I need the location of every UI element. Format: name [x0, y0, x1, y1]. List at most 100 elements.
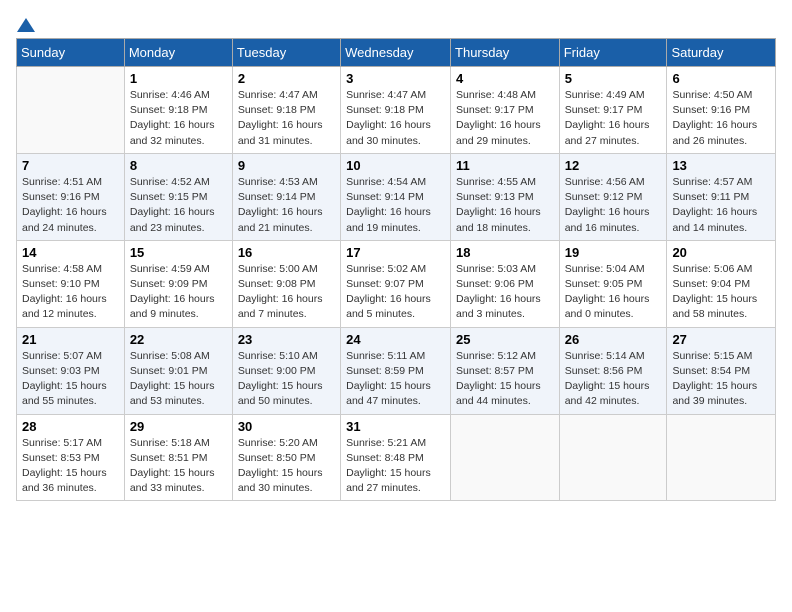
- day-info: Sunrise: 5:02 AMSunset: 9:07 PMDaylight:…: [346, 262, 445, 323]
- day-number: 2: [238, 71, 335, 86]
- logo-icon: [17, 16, 35, 34]
- day-number: 5: [565, 71, 662, 86]
- day-info: Sunrise: 4:47 AMSunset: 9:18 PMDaylight:…: [346, 88, 445, 149]
- calendar-cell: 15Sunrise: 4:59 AMSunset: 9:09 PMDayligh…: [124, 240, 232, 327]
- day-info: Sunrise: 4:56 AMSunset: 9:12 PMDaylight:…: [565, 175, 662, 236]
- calendar-cell: 6 Sunrise: 4:50 AMSunset: 9:16 PMDaylight…: [667, 67, 776, 154]
- header-saturday: Saturday: [667, 39, 776, 67]
- day-number: 1: [130, 71, 227, 86]
- calendar-cell: [451, 414, 560, 501]
- calendar-cell: 26Sunrise: 5:14 AMSunset: 8:56 PMDayligh…: [559, 327, 667, 414]
- week-row: 1 Sunrise: 4:46 AMSunset: 9:18 PMDaylight…: [17, 67, 776, 154]
- day-number: 26: [565, 332, 662, 347]
- calendar-cell: 13Sunrise: 4:57 AMSunset: 9:11 PMDayligh…: [667, 153, 776, 240]
- day-number: 18: [456, 245, 554, 260]
- day-info: Sunrise: 5:08 AMSunset: 9:01 PMDaylight:…: [130, 349, 227, 410]
- day-number: 11: [456, 158, 554, 173]
- day-number: 17: [346, 245, 445, 260]
- day-info: Sunrise: 5:17 AMSunset: 8:53 PMDaylight:…: [22, 436, 119, 497]
- day-number: 24: [346, 332, 445, 347]
- calendar-cell: [559, 414, 667, 501]
- calendar-cell: 22 Sunrise: 5:08 AMSunset: 9:01 PMDayligh…: [124, 327, 232, 414]
- calendar-cell: 11 Sunrise: 4:55 AMSunset: 9:13 PMDayligh…: [451, 153, 560, 240]
- day-number: 19: [565, 245, 662, 260]
- day-number: 12: [565, 158, 662, 173]
- day-info: Sunrise: 5:03 AMSunset: 9:06 PMDaylight:…: [456, 262, 554, 323]
- day-info: Sunrise: 4:53 AMSunset: 9:14 PMDaylight:…: [238, 175, 335, 236]
- day-info: Sunrise: 4:55 AMSunset: 9:13 PMDaylight:…: [456, 175, 554, 236]
- calendar-cell: 17 Sunrise: 5:02 AMSunset: 9:07 PMDayligh…: [341, 240, 451, 327]
- header-friday: Friday: [559, 39, 667, 67]
- calendar-cell: 3 Sunrise: 4:47 AMSunset: 9:18 PMDaylight…: [341, 67, 451, 154]
- day-number: 27: [672, 332, 770, 347]
- week-row: 14Sunrise: 4:58 AMSunset: 9:10 PMDayligh…: [17, 240, 776, 327]
- calendar-cell: 7 Sunrise: 4:51 AMSunset: 9:16 PMDaylight…: [17, 153, 125, 240]
- calendar-cell: 16Sunrise: 5:00 AMSunset: 9:08 PMDayligh…: [232, 240, 340, 327]
- header-thursday: Thursday: [451, 39, 560, 67]
- day-number: 30: [238, 419, 335, 434]
- calendar-cell: 14Sunrise: 4:58 AMSunset: 9:10 PMDayligh…: [17, 240, 125, 327]
- header-tuesday: Tuesday: [232, 39, 340, 67]
- day-number: 31: [346, 419, 445, 434]
- logo: [16, 16, 35, 30]
- day-number: 9: [238, 158, 335, 173]
- day-info: Sunrise: 5:18 AMSunset: 8:51 PMDaylight:…: [130, 436, 227, 497]
- calendar-cell: 25 Sunrise: 5:12 AMSunset: 8:57 PMDayligh…: [451, 327, 560, 414]
- calendar-table: SundayMondayTuesdayWednesdayThursdayFrid…: [16, 38, 776, 501]
- calendar-cell: 10 Sunrise: 4:54 AMSunset: 9:14 PMDayligh…: [341, 153, 451, 240]
- day-info: Sunrise: 4:49 AMSunset: 9:17 PMDaylight:…: [565, 88, 662, 149]
- calendar-cell: 1 Sunrise: 4:46 AMSunset: 9:18 PMDaylight…: [124, 67, 232, 154]
- day-info: Sunrise: 5:07 AMSunset: 9:03 PMDaylight:…: [22, 349, 119, 410]
- day-info: Sunrise: 4:52 AMSunset: 9:15 PMDaylight:…: [130, 175, 227, 236]
- day-info: Sunrise: 4:50 AMSunset: 9:16 PMDaylight:…: [672, 88, 770, 149]
- day-info: Sunrise: 5:11 AMSunset: 8:59 PMDaylight:…: [346, 349, 445, 410]
- day-info: Sunrise: 5:06 AMSunset: 9:04 PMDaylight:…: [672, 262, 770, 323]
- calendar-cell: 30 Sunrise: 5:20 AMSunset: 8:50 PMDayligh…: [232, 414, 340, 501]
- day-info: Sunrise: 5:04 AMSunset: 9:05 PMDaylight:…: [565, 262, 662, 323]
- day-number: 23: [238, 332, 335, 347]
- day-number: 25: [456, 332, 554, 347]
- day-info: Sunrise: 4:54 AMSunset: 9:14 PMDaylight:…: [346, 175, 445, 236]
- calendar-cell: 9 Sunrise: 4:53 AMSunset: 9:14 PMDaylight…: [232, 153, 340, 240]
- day-info: Sunrise: 5:20 AMSunset: 8:50 PMDaylight:…: [238, 436, 335, 497]
- calendar-cell: 18 Sunrise: 5:03 AMSunset: 9:06 PMDayligh…: [451, 240, 560, 327]
- day-number: 20: [672, 245, 770, 260]
- day-number: 21: [22, 332, 119, 347]
- header-monday: Monday: [124, 39, 232, 67]
- day-number: 13: [672, 158, 770, 173]
- day-number: 6: [672, 71, 770, 86]
- day-number: 10: [346, 158, 445, 173]
- calendar-cell: 23 Sunrise: 5:10 AMSunset: 9:00 PMDayligh…: [232, 327, 340, 414]
- calendar-cell: [17, 67, 125, 154]
- page-header: [16, 16, 776, 30]
- week-row: 7 Sunrise: 4:51 AMSunset: 9:16 PMDaylight…: [17, 153, 776, 240]
- day-number: 7: [22, 158, 119, 173]
- day-info: Sunrise: 5:10 AMSunset: 9:00 PMDaylight:…: [238, 349, 335, 410]
- header-sunday: Sunday: [17, 39, 125, 67]
- day-number: 28: [22, 419, 119, 434]
- calendar-cell: 29Sunrise: 5:18 AMSunset: 8:51 PMDayligh…: [124, 414, 232, 501]
- day-info: Sunrise: 4:51 AMSunset: 9:16 PMDaylight:…: [22, 175, 119, 236]
- day-info: Sunrise: 5:15 AMSunset: 8:54 PMDaylight:…: [672, 349, 770, 410]
- calendar-cell: 5 Sunrise: 4:49 AMSunset: 9:17 PMDaylight…: [559, 67, 667, 154]
- calendar-cell: [667, 414, 776, 501]
- day-info: Sunrise: 5:00 AMSunset: 9:08 PMDaylight:…: [238, 262, 335, 323]
- day-info: Sunrise: 5:21 AMSunset: 8:48 PMDaylight:…: [346, 436, 445, 497]
- calendar-cell: 19 Sunrise: 5:04 AMSunset: 9:05 PMDayligh…: [559, 240, 667, 327]
- day-number: 4: [456, 71, 554, 86]
- day-number: 3: [346, 71, 445, 86]
- day-number: 8: [130, 158, 227, 173]
- day-info: Sunrise: 5:12 AMSunset: 8:57 PMDaylight:…: [456, 349, 554, 410]
- calendar-cell: 28 Sunrise: 5:17 AMSunset: 8:53 PMDayligh…: [17, 414, 125, 501]
- week-row: 28 Sunrise: 5:17 AMSunset: 8:53 PMDayligh…: [17, 414, 776, 501]
- day-number: 22: [130, 332, 227, 347]
- calendar-cell: 12 Sunrise: 4:56 AMSunset: 9:12 PMDayligh…: [559, 153, 667, 240]
- day-info: Sunrise: 4:59 AMSunset: 9:09 PMDaylight:…: [130, 262, 227, 323]
- day-number: 14: [22, 245, 119, 260]
- day-info: Sunrise: 4:46 AMSunset: 9:18 PMDaylight:…: [130, 88, 227, 149]
- header-wednesday: Wednesday: [341, 39, 451, 67]
- calendar-cell: 4Sunrise: 4:48 AMSunset: 9:17 PMDaylight…: [451, 67, 560, 154]
- header-row: SundayMondayTuesdayWednesdayThursdayFrid…: [17, 39, 776, 67]
- calendar-cell: 8 Sunrise: 4:52 AMSunset: 9:15 PMDaylight…: [124, 153, 232, 240]
- calendar-cell: 21 Sunrise: 5:07 AMSunset: 9:03 PMDayligh…: [17, 327, 125, 414]
